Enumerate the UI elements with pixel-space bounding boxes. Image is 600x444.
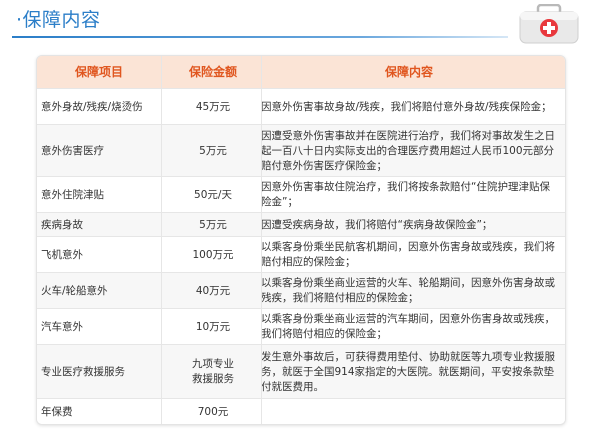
row-item: 汽车意外 bbox=[41, 320, 83, 333]
row-amount: 50元/天 bbox=[194, 188, 232, 201]
row-item: 疾病身故 bbox=[41, 218, 83, 231]
column-header-item: 保障项目 bbox=[74, 64, 123, 79]
row-item: 意外住院津贴 bbox=[41, 188, 104, 201]
table-row: 专业医疗救援服务 九项专业 救援服务 发生意外事故后，可获得费用垫付、协助就医等… bbox=[37, 344, 565, 399]
row-amount: 5万元 bbox=[199, 144, 227, 157]
table-row: 疾病身故 5万元 因遭受疾病身故，我们将赔付“疾病身故保险金”； bbox=[37, 212, 565, 237]
row-content: 因意外伤害事故住院治疗，我们将按条款赔付“住院护理津贴保险金”； bbox=[261, 181, 550, 208]
header-divider bbox=[12, 36, 508, 38]
row-item: 意外伤害医疗 bbox=[41, 144, 104, 157]
row-content bbox=[261, 399, 557, 424]
row-content: 发生意外事故后，可获得费用垫付、协助就医等九项专业救援服务，就医于全国914家指… bbox=[261, 350, 555, 393]
table-row: 年保费 700元 bbox=[37, 398, 565, 424]
table-row: 意外伤害医疗 5万元 因遭受意外伤害事故并在医院进行治疗，我们将对事故发生之日起… bbox=[37, 124, 565, 177]
row-content: 因遭受意外伤害事故并在医院进行治疗，我们将对事故发生之日起一百八十日内实际支出的… bbox=[261, 129, 555, 172]
row-amount: 45万元 bbox=[195, 100, 231, 113]
table-row: 飞机意外 100万元 以乘客身份乘坐民航客机期间，因意外伤害身故或残疾，我们将赔… bbox=[37, 236, 565, 273]
column-divider bbox=[261, 56, 262, 424]
section-title: ·保障内容 bbox=[16, 9, 101, 31]
column-header-content: 保障内容 bbox=[384, 64, 433, 79]
row-content: 以乘客身份乘坐商业运营的汽车期间，因意外伤害身故或残疾，我们将赔付相应的保险金； bbox=[261, 313, 555, 340]
first-aid-kit-icon bbox=[519, 4, 579, 44]
table-row: 意外身故/残疾/烧烫伤 45万元 因意外伤害事故身故/残疾，我们将赔付意外身故/… bbox=[37, 88, 565, 125]
row-item: 飞机意外 bbox=[41, 248, 83, 261]
table-row: 汽车意外 10万元 以乘客身份乘坐商业运营的汽车期间，因意外伤害身故或残疾，我们… bbox=[37, 308, 565, 345]
row-item: 年保费 bbox=[41, 405, 73, 418]
row-item: 火车/轮船意外 bbox=[41, 284, 108, 297]
row-item: 专业医疗救援服务 bbox=[41, 365, 125, 378]
column-divider bbox=[161, 56, 162, 424]
row-amount: 10万元 bbox=[195, 320, 231, 333]
row-content: 因意外伤害事故身故/残疾，我们将赔付意外身故/残疾保险金； bbox=[261, 100, 552, 113]
row-amount: 40万元 bbox=[195, 284, 231, 297]
table-row: 火车/轮船意外 40万元 以乘客身份乘坐商业运营的火车、轮船期间，因意外伤害身故… bbox=[37, 272, 565, 309]
row-content: 以乘客身份乘坐商业运营的火车、轮船期间，因意外伤害身故或残疾，我们将赔付相应的保… bbox=[261, 277, 555, 304]
row-amount: 九项专业 救援服务 bbox=[192, 358, 234, 385]
row-content: 以乘客身份乘坐民航客机期间，因意外伤害身故或残疾，我们将赔付相应的保险金； bbox=[261, 241, 555, 268]
row-content: 因遭受疾病身故，我们将赔付“疾病身故保险金”； bbox=[261, 218, 493, 231]
row-amount: 5万元 bbox=[199, 218, 227, 231]
section-header: ·保障内容 bbox=[0, 0, 600, 44]
row-amount: 700元 bbox=[197, 405, 229, 418]
table-row: 意外住院津贴 50元/天 因意外伤害事故住院治疗，我们将按条款赔付“住院护理津贴… bbox=[37, 176, 565, 213]
column-header-amount: 保险金额 bbox=[188, 64, 237, 79]
row-amount: 100万元 bbox=[192, 248, 234, 261]
row-item: 意外身故/残疾/烧烫伤 bbox=[41, 100, 143, 113]
coverage-table: 保障项目 保险金额 保障内容 意外身故/残疾/烧烫伤 45万元 因意外伤害事故身… bbox=[36, 55, 566, 425]
table-header-row: 保障项目 保险金额 保障内容 bbox=[37, 56, 565, 88]
